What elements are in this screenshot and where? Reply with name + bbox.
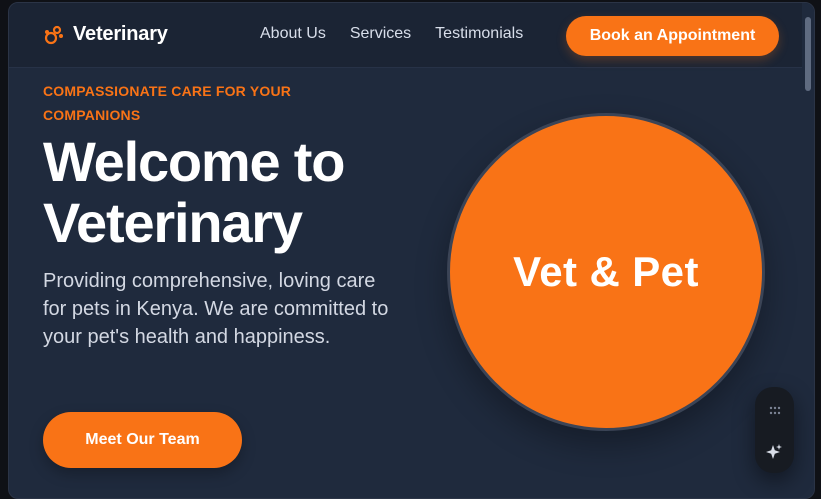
page-scrollbar[interactable] [802,3,814,498]
nav-testimonials[interactable]: Testimonials [435,25,523,43]
site-header: Veterinary About Us Services Testimonial… [9,3,814,68]
sparkle-icon[interactable] [765,443,783,461]
hero-eyebrow: COMPASSIONATE CARE FOR YOUR COMPANIONS [43,83,292,123]
grid-dots-icon[interactable] [769,406,781,416]
hero-description: Providing comprehensive, loving care for… [43,270,389,348]
browser-viewport: Veterinary About Us Services Testimonial… [8,2,815,499]
hero-circle-text: Vet & Pet [513,248,699,295]
brand-logo[interactable]: Veterinary [43,23,168,46]
paw-network-icon [44,25,63,44]
page-title: Welcome to Veterinary [43,130,345,254]
floating-tool-panel [755,387,794,473]
nav-services[interactable]: Services [350,25,411,43]
main-nav: About Us Services Testimonials [260,25,523,43]
brand-name: Veterinary [73,23,168,45]
book-appointment-button[interactable]: Book an Appointment [566,16,779,56]
hero-circle-image: Vet & Pet [447,113,765,431]
meet-our-team-button[interactable]: Meet Our Team [43,412,242,468]
nav-about-us[interactable]: About Us [260,25,326,43]
scrollbar-thumb[interactable] [805,17,811,91]
